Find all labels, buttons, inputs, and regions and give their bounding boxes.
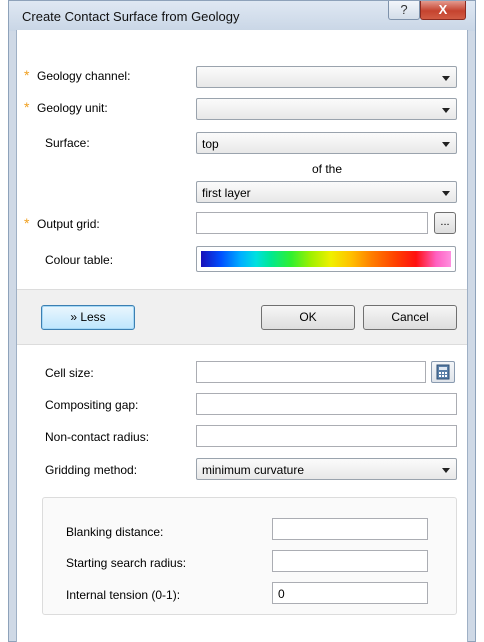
ellipsis-icon: ... [440, 216, 450, 228]
gridding-method-label: Gridding method: [45, 463, 138, 477]
surface-value: top [202, 137, 219, 151]
required-marker-icon: * [24, 99, 30, 115]
internal-tension-value: 0 [278, 587, 285, 601]
non-contact-radius-input[interactable] [196, 425, 457, 447]
colour-table-picker[interactable] [196, 246, 456, 272]
gridding-method-value: minimum curvature [202, 463, 305, 477]
chevron-down-icon [442, 142, 450, 147]
starting-search-radius-input[interactable] [272, 550, 428, 572]
chevron-down-icon [442, 191, 450, 196]
colour-gradient-swatch [201, 251, 451, 267]
chevron-down-icon [442, 468, 450, 473]
required-marker-icon: * [24, 215, 30, 231]
gridding-method-dropdown[interactable]: minimum curvature [196, 458, 457, 480]
internal-tension-label: Internal tension (0-1): [66, 588, 181, 602]
cell-size-label: Cell size: [45, 366, 94, 380]
geology-channel-dropdown[interactable] [196, 66, 457, 88]
blanking-distance-input[interactable] [272, 518, 428, 540]
surface-label: Surface: [45, 136, 90, 150]
compositing-gap-label: Compositing gap: [45, 398, 139, 412]
colour-table-label: Colour table: [45, 253, 114, 267]
output-grid-label: Output grid: [37, 217, 100, 231]
blanking-distance-label: Blanking distance: [66, 525, 164, 539]
surface-dropdown[interactable]: top [196, 132, 457, 154]
grid-calculator-icon [436, 364, 450, 380]
of-the-text: of the [312, 162, 343, 176]
internal-tension-input[interactable]: 0 [272, 582, 428, 604]
geology-unit-label: Geology unit: [37, 101, 108, 115]
chevron-down-icon [442, 76, 450, 81]
layer-dropdown[interactable]: first layer [196, 181, 457, 203]
output-grid-input[interactable] [196, 212, 428, 234]
ok-button[interactable]: OK [261, 305, 355, 330]
layer-value: first layer [202, 186, 251, 200]
cancel-button[interactable]: Cancel [363, 305, 457, 330]
non-contact-radius-label: Non-contact radius: [45, 430, 150, 444]
geology-unit-dropdown[interactable] [196, 98, 457, 120]
less-button-label: » Less [70, 310, 106, 324]
compositing-gap-input[interactable] [196, 393, 457, 415]
help-button[interactable]: ? [388, 1, 420, 20]
cell-size-helper-button[interactable] [431, 361, 455, 383]
close-button[interactable]: X [420, 1, 466, 20]
chevron-down-icon [442, 108, 450, 113]
ok-button-label: OK [299, 310, 317, 324]
starting-search-radius-label: Starting search radius: [66, 556, 187, 570]
required-marker-icon: * [24, 67, 30, 83]
browse-button[interactable]: ... [434, 212, 456, 234]
cancel-button-label: Cancel [391, 310, 429, 324]
geology-channel-label: Geology channel: [37, 69, 131, 83]
dialog-title: Create Contact Surface from Geology [22, 9, 240, 24]
cell-size-input[interactable] [196, 361, 426, 383]
less-button[interactable]: » Less [41, 305, 135, 330]
